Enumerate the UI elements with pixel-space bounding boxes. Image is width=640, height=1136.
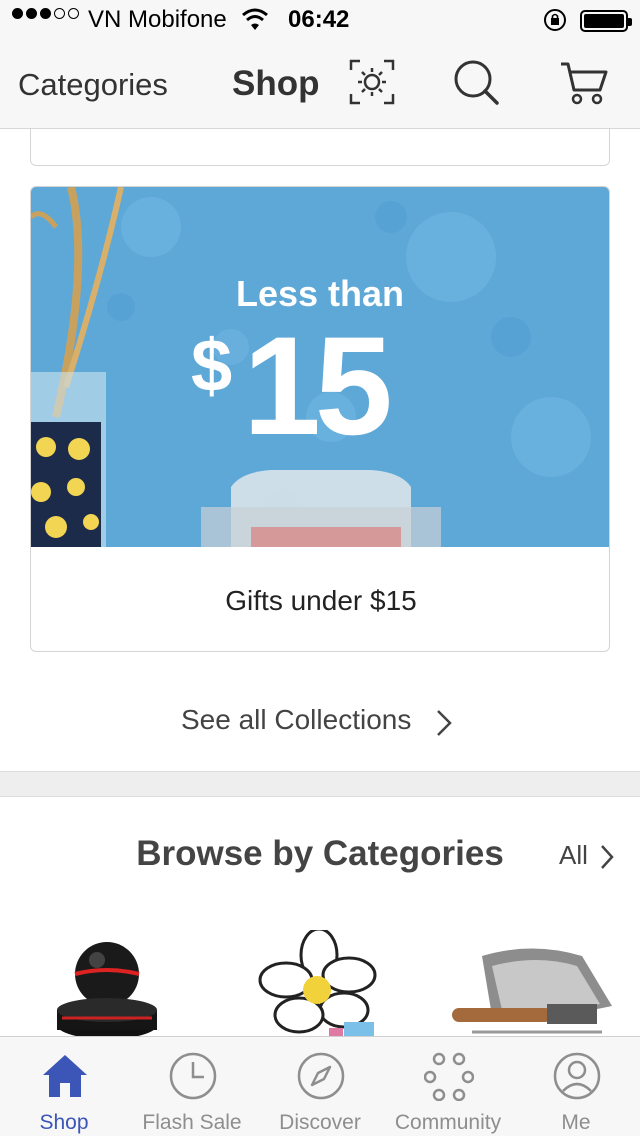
category-daisy-image[interactable] <box>244 930 394 1036</box>
home-icon <box>43 1055 87 1097</box>
tab-me[interactable]: Me <box>512 1037 640 1136</box>
browse-categories-title: Browse by Categories <box>136 834 504 873</box>
previous-collection-card[interactable] <box>30 128 610 166</box>
community-icon <box>424 1052 474 1101</box>
search-icon[interactable] <box>450 56 502 108</box>
chevron-right-icon[interactable] <box>434 708 454 738</box>
categories-button[interactable]: Categories <box>18 67 168 103</box>
collection-caption: Gifts under $15 <box>225 585 417 616</box>
tab-label: Community <box>394 1111 502 1134</box>
person-icon <box>553 1052 601 1100</box>
status-bar: VN Mobifone 06:42 <box>0 0 640 40</box>
category-speaker-image[interactable] <box>52 930 162 1036</box>
battery-icon <box>580 10 632 32</box>
tab-label: Flash Sale <box>142 1111 242 1134</box>
carrier-name: VN Mobifone <box>88 6 227 33</box>
section-divider <box>0 771 640 797</box>
tab-discover[interactable]: Discover <box>256 1037 384 1136</box>
navigation-bar: Categories Shop <box>0 40 640 129</box>
scan-icon[interactable] <box>346 56 398 108</box>
cart-icon[interactable] <box>558 56 610 108</box>
see-all-collections-link[interactable]: See all Collections <box>181 704 411 736</box>
signal-strength-icon <box>12 8 79 19</box>
collection-banner-image: Less than $ 15 <box>31 187 609 547</box>
tab-flash-sale[interactable]: Flash Sale <box>128 1037 256 1136</box>
browse-all-link[interactable]: All <box>559 840 588 871</box>
page-title: Shop <box>232 64 320 103</box>
banner-currency: $ <box>191 324 233 407</box>
tab-label: Me <box>561 1111 591 1134</box>
collection-card[interactable]: Less than $ 15 Gifts under $15 <box>30 186 610 652</box>
tab-label: Discover <box>279 1111 361 1134</box>
tab-community[interactable]: Community <box>384 1037 512 1136</box>
wifi-icon <box>242 8 268 30</box>
compass-icon <box>297 1052 345 1100</box>
rotation-lock-icon <box>544 9 566 31</box>
clock-icon <box>169 1052 217 1100</box>
banner-amount: 15 <box>243 307 393 464</box>
category-grill-image[interactable] <box>452 946 614 1036</box>
tab-bar: Shop Flash Sale Discover Community Me <box>0 1036 640 1136</box>
chevron-right-icon[interactable] <box>598 843 616 871</box>
clock-time: 06:42 <box>288 6 350 33</box>
tab-label: Shop <box>39 1111 89 1134</box>
tab-shop[interactable]: Shop <box>0 1037 128 1136</box>
